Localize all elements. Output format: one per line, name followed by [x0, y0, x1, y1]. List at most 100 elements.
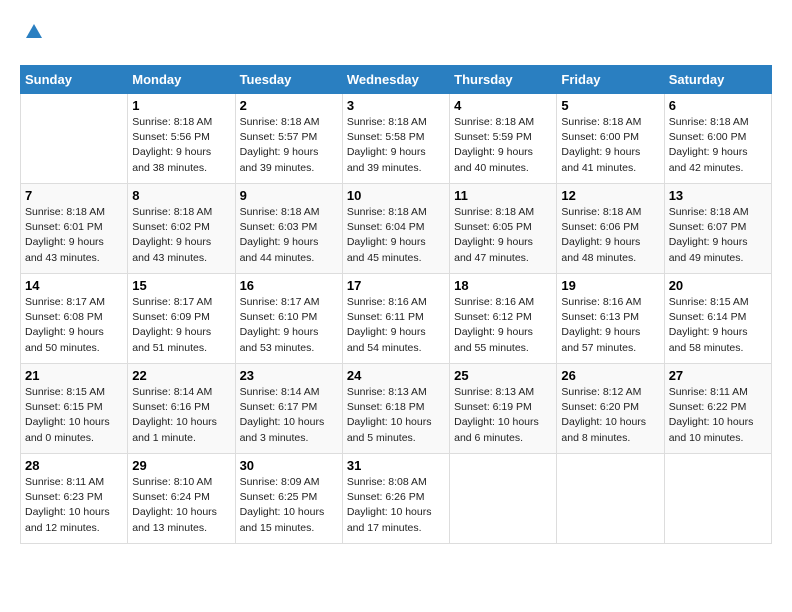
day-info: Sunrise: 8:10 AMSunset: 6:24 PMDaylight:…	[132, 475, 230, 536]
day-cell: 31 Sunrise: 8:08 AMSunset: 6:26 PMDayligh…	[342, 454, 449, 544]
day-number: 16	[240, 278, 338, 293]
day-number: 14	[25, 278, 123, 293]
week-row-4: 21 Sunrise: 8:15 AMSunset: 6:15 PMDayligh…	[21, 364, 772, 454]
col-header-monday: Monday	[128, 66, 235, 94]
day-cell	[557, 454, 664, 544]
day-number: 24	[347, 368, 445, 383]
col-header-friday: Friday	[557, 66, 664, 94]
day-number: 12	[561, 188, 659, 203]
day-info: Sunrise: 8:18 AMSunset: 6:00 PMDaylight:…	[561, 115, 659, 176]
day-cell: 10 Sunrise: 8:18 AMSunset: 6:04 PMDayligh…	[342, 184, 449, 274]
week-row-5: 28 Sunrise: 8:11 AMSunset: 6:23 PMDayligh…	[21, 454, 772, 544]
day-cell	[664, 454, 771, 544]
day-info: Sunrise: 8:11 AMSunset: 6:22 PMDaylight:…	[669, 385, 767, 446]
day-number: 23	[240, 368, 338, 383]
day-cell: 18 Sunrise: 8:16 AMSunset: 6:12 PMDayligh…	[450, 274, 557, 364]
day-cell: 20 Sunrise: 8:15 AMSunset: 6:14 PMDayligh…	[664, 274, 771, 364]
day-cell: 28 Sunrise: 8:11 AMSunset: 6:23 PMDayligh…	[21, 454, 128, 544]
day-cell: 4 Sunrise: 8:18 AMSunset: 5:59 PMDaylight…	[450, 94, 557, 184]
day-cell: 23 Sunrise: 8:14 AMSunset: 6:17 PMDayligh…	[235, 364, 342, 454]
day-info: Sunrise: 8:18 AMSunset: 6:03 PMDaylight:…	[240, 205, 338, 266]
col-header-tuesday: Tuesday	[235, 66, 342, 94]
day-info: Sunrise: 8:18 AMSunset: 5:56 PMDaylight:…	[132, 115, 230, 176]
day-cell: 3Sunrise: 8:18 AMSunset: 5:58 PMDaylight…	[342, 94, 449, 184]
day-number: 19	[561, 278, 659, 293]
day-cell: 13Sunrise: 8:18 AMSunset: 6:07 PMDayligh…	[664, 184, 771, 274]
day-info: Sunrise: 8:18 AMSunset: 6:05 PMDaylight:…	[454, 205, 552, 266]
day-cell: 14 Sunrise: 8:17 AMSunset: 6:08 PMDayligh…	[21, 274, 128, 364]
day-number: 10	[347, 188, 445, 203]
day-number: 9	[240, 188, 338, 203]
day-info: Sunrise: 8:11 AMSunset: 6:23 PMDaylight:…	[25, 475, 123, 536]
day-number: 2	[240, 98, 338, 113]
day-info: Sunrise: 8:12 AMSunset: 6:20 PMDaylight:…	[561, 385, 659, 446]
day-info: Sunrise: 8:16 AMSunset: 6:11 PMDaylight:…	[347, 295, 445, 356]
day-number: 25	[454, 368, 552, 383]
day-cell: 21 Sunrise: 8:15 AMSunset: 6:15 PMDayligh…	[21, 364, 128, 454]
day-cell: 16 Sunrise: 8:17 AMSunset: 6:10 PMDayligh…	[235, 274, 342, 364]
day-cell: 15Sunrise: 8:17 AMSunset: 6:09 PMDayligh…	[128, 274, 235, 364]
day-info: Sunrise: 8:09 AMSunset: 6:25 PMDaylight:…	[240, 475, 338, 536]
day-info: Sunrise: 8:18 AMSunset: 5:57 PMDaylight:…	[240, 115, 338, 176]
day-info: Sunrise: 8:08 AMSunset: 6:26 PMDaylight:…	[347, 475, 445, 536]
day-number: 7	[25, 188, 123, 203]
logo	[20, 20, 46, 49]
day-cell: 30 Sunrise: 8:09 AMSunset: 6:25 PMDayligh…	[235, 454, 342, 544]
day-cell: 1 Sunrise: 8:18 AMSunset: 5:56 PMDaylight…	[128, 94, 235, 184]
col-header-sunday: Sunday	[21, 66, 128, 94]
day-info: Sunrise: 8:13 AMSunset: 6:18 PMDaylight:…	[347, 385, 445, 446]
day-info: Sunrise: 8:18 AMSunset: 5:59 PMDaylight:…	[454, 115, 552, 176]
day-info: Sunrise: 8:18 AMSunset: 6:01 PMDaylight:…	[25, 205, 123, 266]
day-cell: 5 Sunrise: 8:18 AMSunset: 6:00 PMDaylight…	[557, 94, 664, 184]
day-info: Sunrise: 8:15 AMSunset: 6:15 PMDaylight:…	[25, 385, 123, 446]
day-cell: 29 Sunrise: 8:10 AMSunset: 6:24 PMDayligh…	[128, 454, 235, 544]
day-number: 3	[347, 98, 445, 113]
day-info: Sunrise: 8:14 AMSunset: 6:17 PMDaylight:…	[240, 385, 338, 446]
col-header-saturday: Saturday	[664, 66, 771, 94]
day-cell: 11 Sunrise: 8:18 AMSunset: 6:05 PMDayligh…	[450, 184, 557, 274]
week-row-3: 14 Sunrise: 8:17 AMSunset: 6:08 PMDayligh…	[21, 274, 772, 364]
day-cell: 7 Sunrise: 8:18 AMSunset: 6:01 PMDaylight…	[21, 184, 128, 274]
day-cell: 22 Sunrise: 8:14 AMSunset: 6:16 PMDayligh…	[128, 364, 235, 454]
calendar-table: SundayMondayTuesdayWednesdayThursdayFrid…	[20, 65, 772, 544]
day-number: 28	[25, 458, 123, 473]
day-number: 21	[25, 368, 123, 383]
day-number: 31	[347, 458, 445, 473]
day-info: Sunrise: 8:16 AMSunset: 6:12 PMDaylight:…	[454, 295, 552, 356]
day-number: 1	[132, 98, 230, 113]
day-info: Sunrise: 8:17 AMSunset: 6:10 PMDaylight:…	[240, 295, 338, 356]
day-number: 29	[132, 458, 230, 473]
day-info: Sunrise: 8:18 AMSunset: 6:04 PMDaylight:…	[347, 205, 445, 266]
day-number: 18	[454, 278, 552, 293]
day-cell: 2 Sunrise: 8:18 AMSunset: 5:57 PMDaylight…	[235, 94, 342, 184]
day-cell: 24 Sunrise: 8:13 AMSunset: 6:18 PMDayligh…	[342, 364, 449, 454]
day-cell: 17Sunrise: 8:16 AMSunset: 6:11 PMDayligh…	[342, 274, 449, 364]
day-cell: 19 Sunrise: 8:16 AMSunset: 6:13 PMDayligh…	[557, 274, 664, 364]
day-number: 4	[454, 98, 552, 113]
day-number: 6	[669, 98, 767, 113]
header-row: SundayMondayTuesdayWednesdayThursdayFrid…	[21, 66, 772, 94]
col-header-thursday: Thursday	[450, 66, 557, 94]
day-cell	[21, 94, 128, 184]
day-number: 20	[669, 278, 767, 293]
day-number: 13	[669, 188, 767, 203]
day-info: Sunrise: 8:17 AMSunset: 6:08 PMDaylight:…	[25, 295, 123, 356]
day-info: Sunrise: 8:16 AMSunset: 6:13 PMDaylight:…	[561, 295, 659, 356]
day-number: 22	[132, 368, 230, 383]
day-info: Sunrise: 8:18 AMSunset: 6:02 PMDaylight:…	[132, 205, 230, 266]
day-number: 30	[240, 458, 338, 473]
day-cell: 12Sunrise: 8:18 AMSunset: 6:06 PMDayligh…	[557, 184, 664, 274]
day-info: Sunrise: 8:13 AMSunset: 6:19 PMDaylight:…	[454, 385, 552, 446]
day-cell: 26 Sunrise: 8:12 AMSunset: 6:20 PMDayligh…	[557, 364, 664, 454]
logo-icon	[22, 20, 46, 44]
day-cell	[450, 454, 557, 544]
day-number: 26	[561, 368, 659, 383]
day-number: 5	[561, 98, 659, 113]
col-header-wednesday: Wednesday	[342, 66, 449, 94]
day-info: Sunrise: 8:18 AMSunset: 6:00 PMDaylight:…	[669, 115, 767, 176]
day-number: 15	[132, 278, 230, 293]
day-number: 8	[132, 188, 230, 203]
day-info: Sunrise: 8:14 AMSunset: 6:16 PMDaylight:…	[132, 385, 230, 446]
day-number: 11	[454, 188, 552, 203]
day-info: Sunrise: 8:15 AMSunset: 6:14 PMDaylight:…	[669, 295, 767, 356]
